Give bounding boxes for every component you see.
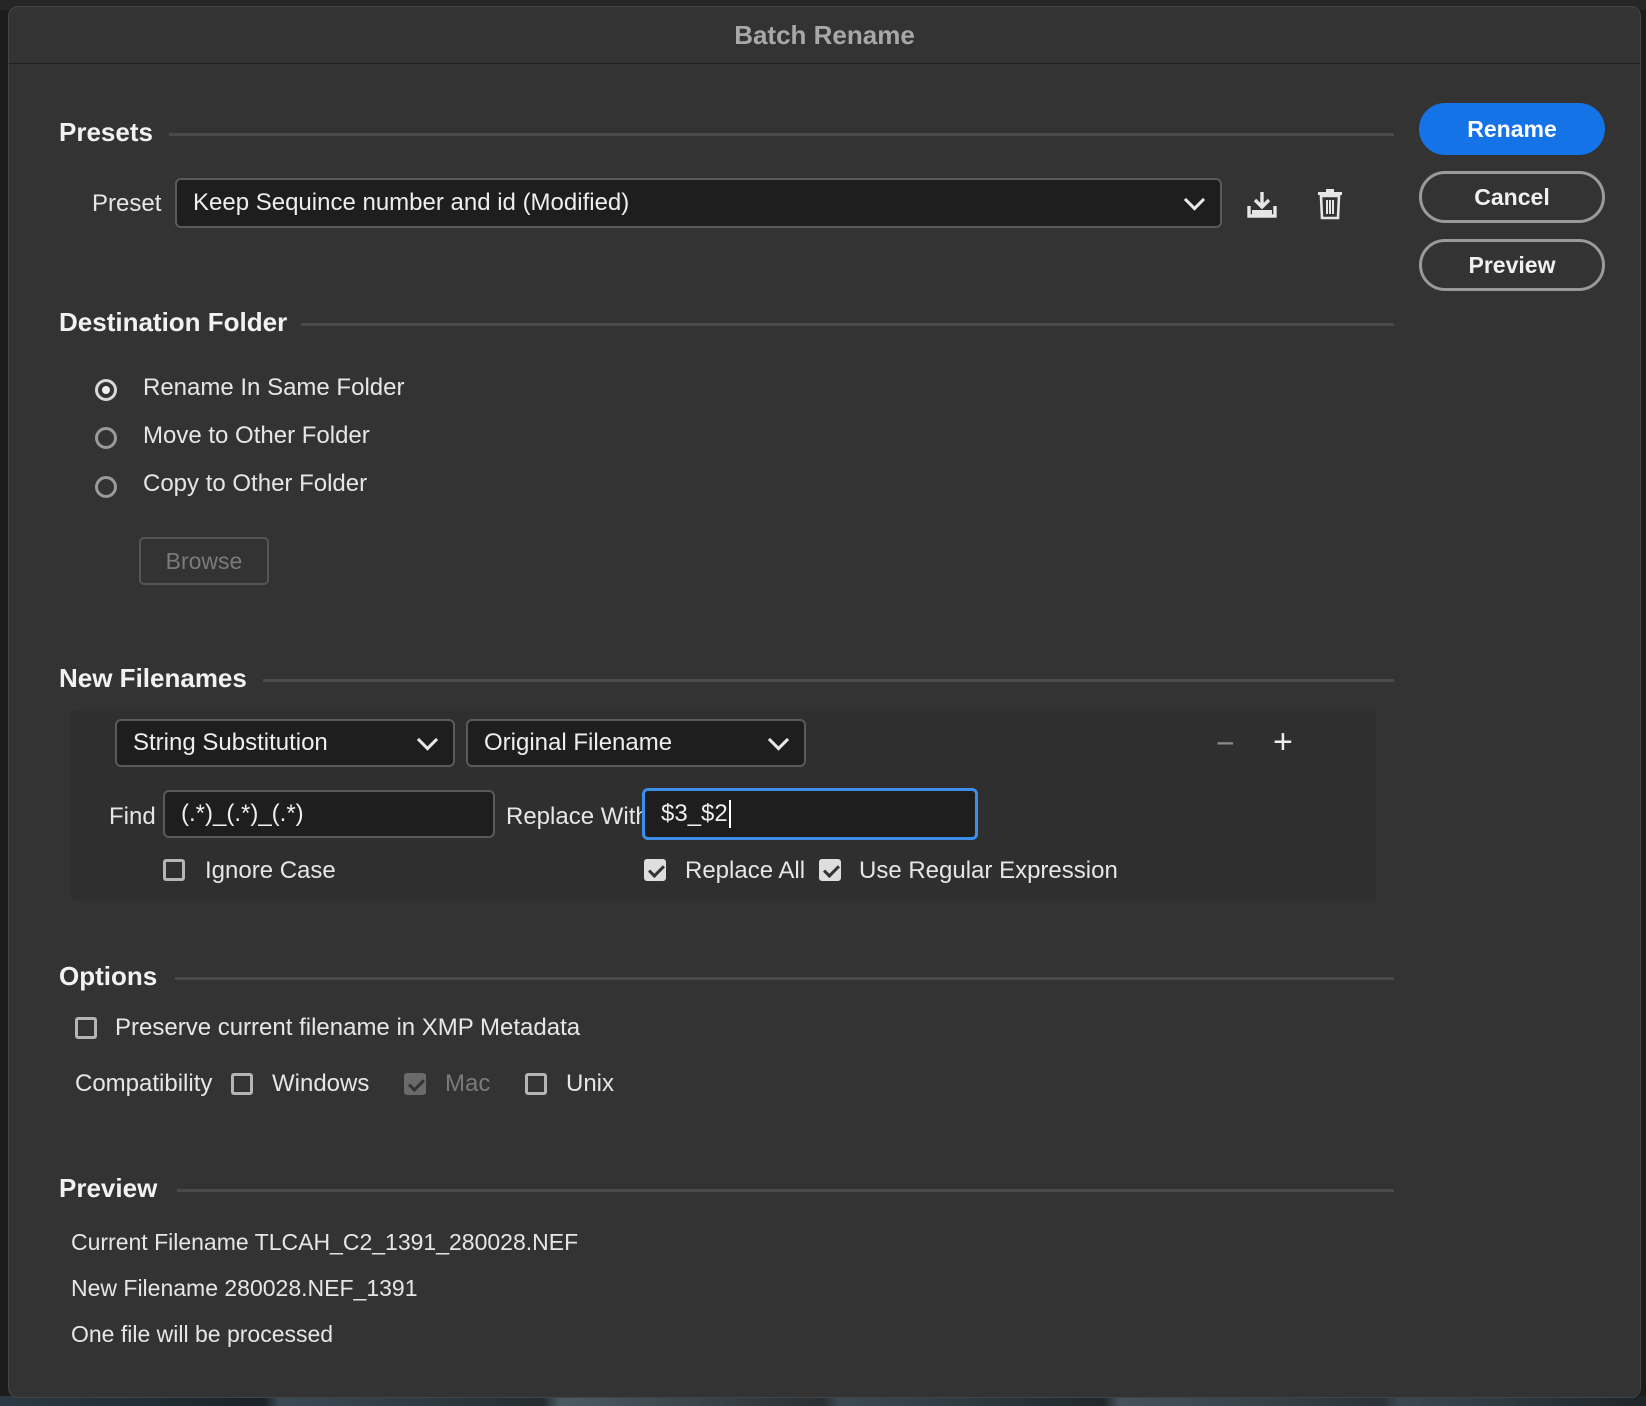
radio-label-copy-other-folder: Copy to Other Folder bbox=[143, 470, 368, 497]
windows-checkbox[interactable] bbox=[231, 1073, 253, 1095]
preset-dropdown[interactable]: Keep Sequince number and id (Modified) bbox=[175, 178, 1222, 228]
radio-label-move-other-folder: Move to Other Folder bbox=[143, 422, 370, 449]
options-section-title: Options bbox=[59, 961, 158, 991]
preview-button[interactable]: Preview bbox=[1419, 239, 1605, 291]
add-rule-icon[interactable]: + bbox=[1273, 723, 1293, 762]
preview-divider bbox=[177, 1189, 1394, 1192]
chevron-down-icon bbox=[416, 729, 439, 751]
presets-section-title: Presets bbox=[59, 117, 153, 147]
mac-checkbox bbox=[404, 1073, 426, 1095]
windows-label: Windows bbox=[272, 1070, 370, 1097]
cancel-button[interactable]: Cancel bbox=[1419, 171, 1605, 223]
find-input-value: (.*)_(.*)_(.*) bbox=[181, 800, 304, 827]
radio-copy-other-folder[interactable] bbox=[95, 476, 117, 498]
radio-label-rename-same-folder: Rename In Same Folder bbox=[143, 374, 405, 401]
files-processed-text: One file will be processed bbox=[71, 1321, 334, 1347]
preset-dropdown-value: Keep Sequince number and id (Modified) bbox=[193, 189, 630, 216]
chevron-down-icon bbox=[1183, 189, 1206, 211]
rule-type-value: String Substitution bbox=[133, 729, 328, 756]
replace-all-label: Replace All bbox=[685, 857, 806, 884]
preview-section-title: Preview bbox=[59, 1173, 158, 1203]
rule-source-value: Original Filename bbox=[484, 729, 673, 756]
preserve-xmp-checkbox[interactable] bbox=[75, 1017, 97, 1039]
batch-rename-dialog: Batch Rename Rename Cancel Preview Prese… bbox=[8, 6, 1641, 1398]
replace-input-value: $3_$2 bbox=[661, 800, 728, 827]
compatibility-label: Compatibility bbox=[75, 1070, 213, 1097]
preset-label: Preset bbox=[92, 190, 162, 217]
ignore-case-label: Ignore Case bbox=[205, 857, 336, 884]
remove-rule-icon[interactable]: − bbox=[1216, 725, 1235, 762]
chevron-down-icon bbox=[767, 729, 790, 751]
use-regex-checkbox[interactable] bbox=[819, 859, 841, 881]
preserve-xmp-label: Preserve current filename in XMP Metadat… bbox=[115, 1014, 581, 1041]
radio-move-other-folder[interactable] bbox=[95, 427, 117, 449]
replace-with-label: Replace With bbox=[506, 803, 649, 830]
presets-divider bbox=[169, 133, 1394, 136]
current-filename-text: Current Filename TLCAH_C2_1391_280028.NE… bbox=[71, 1229, 579, 1255]
unix-checkbox[interactable] bbox=[525, 1073, 547, 1095]
find-input[interactable]: (.*)_(.*)_(.*) bbox=[163, 790, 495, 838]
browse-button[interactable]: Browse bbox=[139, 537, 269, 585]
options-divider bbox=[175, 977, 1394, 980]
use-regex-label: Use Regular Expression bbox=[859, 857, 1118, 884]
replace-all-checkbox[interactable] bbox=[644, 859, 666, 881]
find-label: Find bbox=[109, 803, 156, 830]
dialog-title: Batch Rename bbox=[9, 7, 1640, 64]
trash-icon[interactable] bbox=[1317, 188, 1343, 220]
rule-source-dropdown[interactable]: Original Filename bbox=[466, 719, 806, 767]
ignore-case-checkbox[interactable] bbox=[163, 859, 185, 881]
new-filenames-divider bbox=[263, 679, 1394, 682]
download-icon[interactable] bbox=[1245, 190, 1279, 220]
unix-label: Unix bbox=[566, 1070, 615, 1097]
rename-button[interactable]: Rename bbox=[1419, 103, 1605, 155]
new-filename-text: New Filename 280028.NEF_1391 bbox=[71, 1275, 418, 1301]
mac-label: Mac bbox=[445, 1070, 491, 1097]
destination-divider bbox=[301, 323, 1394, 326]
rule-type-dropdown[interactable]: String Substitution bbox=[115, 719, 455, 767]
radio-rename-same-folder[interactable] bbox=[95, 379, 117, 401]
text-caret bbox=[728, 800, 731, 828]
replace-with-input[interactable]: $3_$2 bbox=[642, 788, 978, 840]
new-filenames-section-title: New Filenames bbox=[59, 663, 247, 693]
destination-section-title: Destination Folder bbox=[59, 307, 288, 337]
